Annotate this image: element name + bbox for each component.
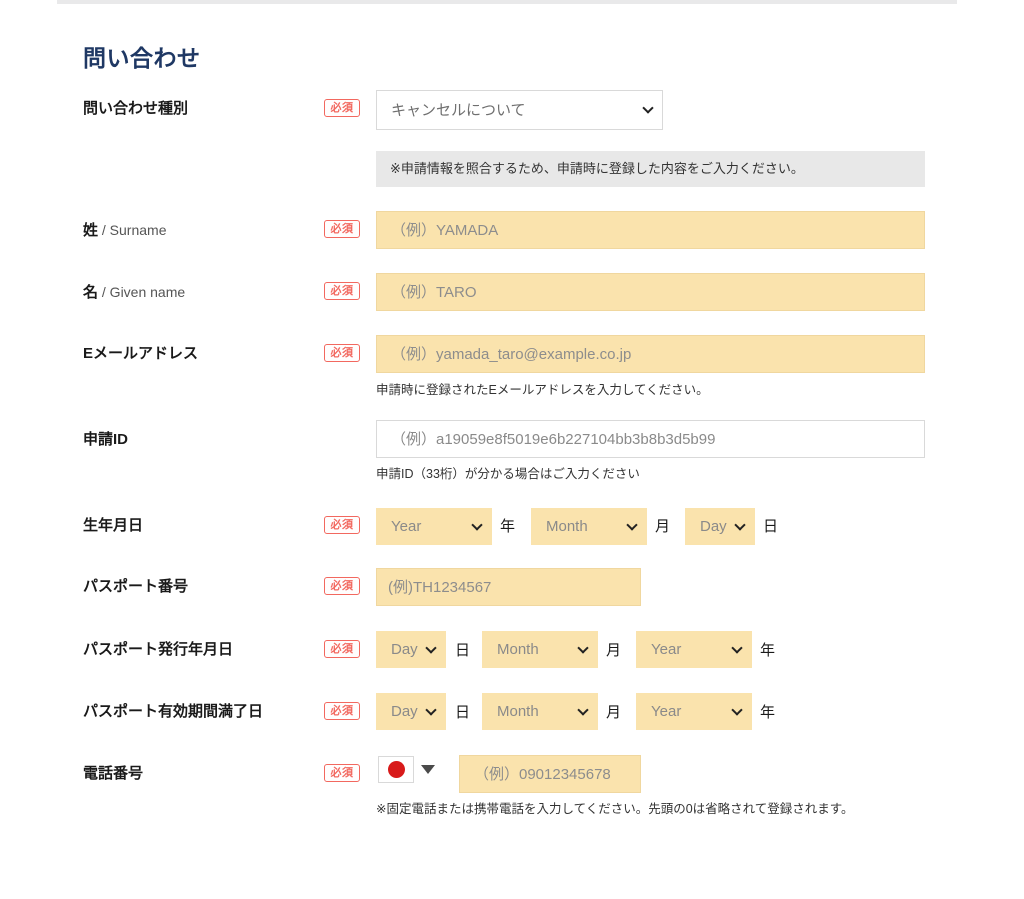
label-surname-sub: / Surname xyxy=(98,222,167,238)
required-badge: 必須 xyxy=(324,640,360,658)
passport-expiry-month-unit: 月 xyxy=(606,704,622,721)
passport-expiry-year-unit: 年 xyxy=(760,704,776,721)
surname-input[interactable]: （例）YAMADA xyxy=(376,211,925,249)
surname-placeholder: （例）YAMADA xyxy=(391,221,499,239)
passport-issue-day-unit: 日 xyxy=(455,642,471,659)
label-email: Eメールアドレス xyxy=(83,345,199,362)
phone-number-input[interactable]: （例）09012345678 xyxy=(459,755,641,793)
birth-day-select[interactable]: Day xyxy=(685,508,755,545)
birth-month-value: Month xyxy=(546,518,588,535)
birth-day-value: Day xyxy=(700,518,727,535)
email-input[interactable]: （例）yamada_taro@example.co.jp xyxy=(376,335,925,373)
passport-number-placeholder: (例)TH1234567 xyxy=(388,578,492,596)
top-divider xyxy=(57,0,957,4)
given-name-input[interactable]: （例）TARO xyxy=(376,273,925,311)
passport-number-input[interactable]: (例)TH1234567 xyxy=(376,568,641,606)
chevron-down-icon xyxy=(427,644,436,653)
required-badge: 必須 xyxy=(324,344,360,362)
application-id-helper-text: 申請ID（33桁）が分かる場合はご入力ください xyxy=(376,467,640,481)
required-badge: 必須 xyxy=(324,99,360,117)
chevron-down-icon xyxy=(427,706,436,715)
passport-expiry-day-select[interactable]: Day xyxy=(376,693,446,730)
passport-issue-month-value: Month xyxy=(497,641,539,658)
passport-expiry-year-select[interactable]: Year xyxy=(636,693,752,730)
birth-month-unit: 月 xyxy=(655,518,671,535)
passport-expiry-month-select[interactable]: Month xyxy=(482,693,598,730)
passport-expiry-day-value: Day xyxy=(391,703,418,720)
required-badge: 必須 xyxy=(324,577,360,595)
label-given-name-sub: / Given name xyxy=(98,284,186,300)
phone-country-selector[interactable] xyxy=(378,756,414,783)
required-badge: 必須 xyxy=(324,764,360,782)
label-surname-main: 姓 xyxy=(83,222,99,239)
chevron-down-icon xyxy=(736,521,745,530)
label-surname: 姓 / Surname xyxy=(83,223,167,238)
chevron-down-icon xyxy=(628,521,637,530)
label-passport-expiry-date: パスポート有効期間満了日 xyxy=(83,703,264,720)
required-badge: 必須 xyxy=(324,282,360,300)
chevron-down-icon xyxy=(733,644,742,653)
label-passport-number: パスポート番号 xyxy=(83,578,189,595)
passport-issue-day-value: Day xyxy=(391,641,418,658)
passport-issue-year-value: Year xyxy=(651,641,682,658)
chevron-down-icon xyxy=(733,706,742,715)
label-given-name-main: 名 xyxy=(83,284,99,301)
given-name-placeholder: （例）TARO xyxy=(391,283,477,301)
application-id-placeholder: （例）a19059e8f5019e6b227104bb3b8b3d5b99 xyxy=(391,430,716,448)
inquiry-type-select[interactable]: キャンセルについて xyxy=(376,90,663,130)
label-application-id: 申請ID xyxy=(83,431,129,448)
birth-day-unit: 日 xyxy=(763,518,779,535)
passport-expiry-month-value: Month xyxy=(497,703,539,720)
chevron-down-icon xyxy=(644,104,653,113)
required-badge: 必須 xyxy=(324,516,360,534)
application-info-notice: ※申請情報を照合するため、申請時に登録した内容をご入力ください。 xyxy=(376,151,925,187)
phone-helper-text: ※固定電話または携帯電話を入力してください。先頭の0は省略されて登録されます。 xyxy=(376,802,854,816)
label-inquiry-type: 問い合わせ種別 xyxy=(83,100,189,117)
label-passport-issue-date: パスポート発行年月日 xyxy=(83,641,234,658)
label-given-name: 名 / Given name xyxy=(83,285,185,300)
birth-year-value: Year xyxy=(391,518,422,535)
page-title: 問い合わせ xyxy=(83,45,201,72)
birth-year-unit: 年 xyxy=(500,518,516,535)
required-badge: 必須 xyxy=(324,220,360,238)
passport-issue-day-select[interactable]: Day xyxy=(376,631,446,668)
caret-down-icon[interactable] xyxy=(421,765,435,774)
phone-number-placeholder: （例）09012345678 xyxy=(474,765,611,783)
passport-issue-month-unit: 月 xyxy=(606,642,622,659)
email-helper-text: 申請時に登録されたEメールアドレスを入力してください。 xyxy=(376,383,709,397)
passport-expiry-day-unit: 日 xyxy=(455,704,471,721)
label-birth-date: 生年月日 xyxy=(83,517,144,534)
application-id-input[interactable]: （例）a19059e8f5019e6b227104bb3b8b3d5b99 xyxy=(376,420,925,458)
label-phone: 電話番号 xyxy=(83,765,144,782)
email-placeholder: （例）yamada_taro@example.co.jp xyxy=(391,345,632,363)
passport-issue-year-select[interactable]: Year xyxy=(636,631,752,668)
passport-issue-month-select[interactable]: Month xyxy=(482,631,598,668)
chevron-down-icon xyxy=(579,644,588,653)
birth-month-select[interactable]: Month xyxy=(531,508,647,545)
passport-issue-year-unit: 年 xyxy=(760,642,776,659)
birth-year-select[interactable]: Year xyxy=(376,508,492,545)
required-badge: 必須 xyxy=(324,702,360,720)
chevron-down-icon xyxy=(473,521,482,530)
flag-japan-icon xyxy=(387,761,405,778)
passport-expiry-year-value: Year xyxy=(651,703,682,720)
chevron-down-icon xyxy=(579,706,588,715)
inquiry-type-selected-value: キャンセルについて xyxy=(391,101,526,119)
